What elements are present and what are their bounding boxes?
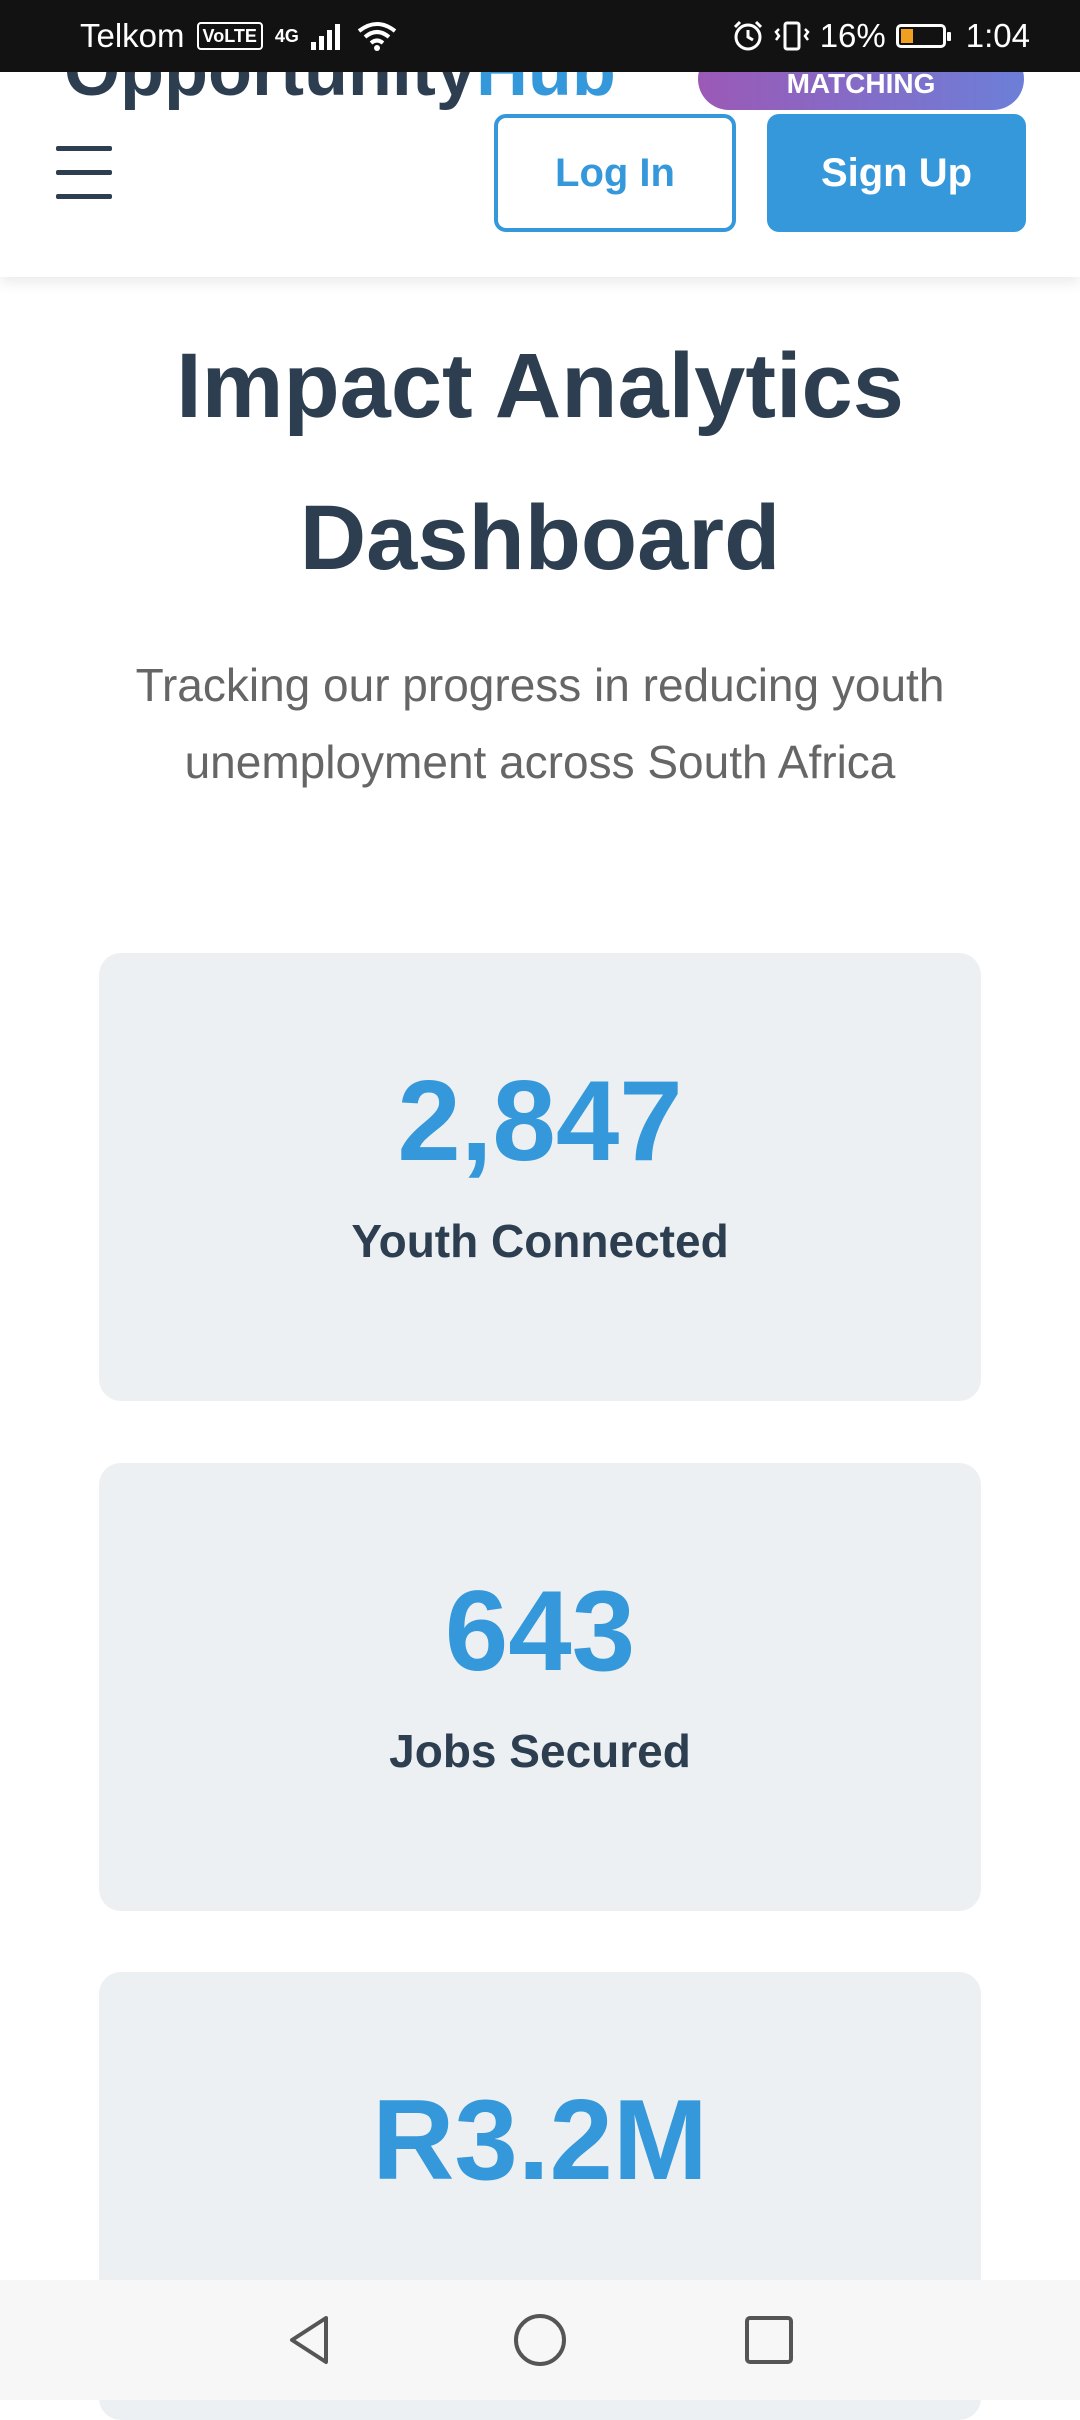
status-bar: Telkom VoLTE 4G 16% 1:04 xyxy=(0,0,1080,72)
stat-label: Jobs Secured xyxy=(389,1725,691,1777)
back-button[interactable] xyxy=(250,2280,370,2400)
site-header: OpportunityHub MATCHING Log In Sign Up xyxy=(0,72,1080,277)
stat-card: 643 Jobs Secured xyxy=(99,1463,981,1911)
matching-badge: MATCHING xyxy=(698,72,1024,110)
logo-text: Opportunity xyxy=(64,72,476,111)
battery-icon xyxy=(895,24,951,48)
hamburger-menu-icon[interactable] xyxy=(56,146,112,199)
site-logo[interactable]: OpportunityHub xyxy=(64,72,616,112)
battery-percent: 16% xyxy=(819,17,886,54)
vibrate-icon xyxy=(774,21,810,51)
clock-time: 1:04 xyxy=(965,17,1030,54)
logo-accent: Hub xyxy=(476,72,616,111)
stat-label: Youth Connected xyxy=(351,1215,729,1267)
signup-button[interactable]: Sign Up xyxy=(767,114,1026,232)
alarm-icon xyxy=(733,20,762,51)
carrier-name: Telkom xyxy=(80,17,185,54)
stat-value: R3.2M xyxy=(372,2077,708,2204)
stat-card: 2,847 Youth Connected xyxy=(99,953,981,1401)
volte-icon: VoLTE xyxy=(196,22,263,50)
login-button[interactable]: Log In xyxy=(494,114,736,232)
signal-icon xyxy=(310,24,340,50)
home-circle-icon xyxy=(514,2314,566,2366)
home-button[interactable] xyxy=(480,2280,600,2400)
stat-value: 2,847 xyxy=(397,1058,683,1185)
recents-square-icon xyxy=(745,2316,793,2364)
page-title: Impact Analytics Dashboard xyxy=(176,335,904,589)
system-nav-bar xyxy=(0,2280,1080,2400)
stat-value: 643 xyxy=(444,1568,636,1695)
network-type: 4G xyxy=(274,25,299,46)
page-subtitle: Tracking our progress in reducing youth … xyxy=(135,659,945,788)
wifi-icon xyxy=(357,22,397,51)
recents-button[interactable] xyxy=(709,2280,829,2400)
back-triangle-icon xyxy=(290,2316,328,2364)
